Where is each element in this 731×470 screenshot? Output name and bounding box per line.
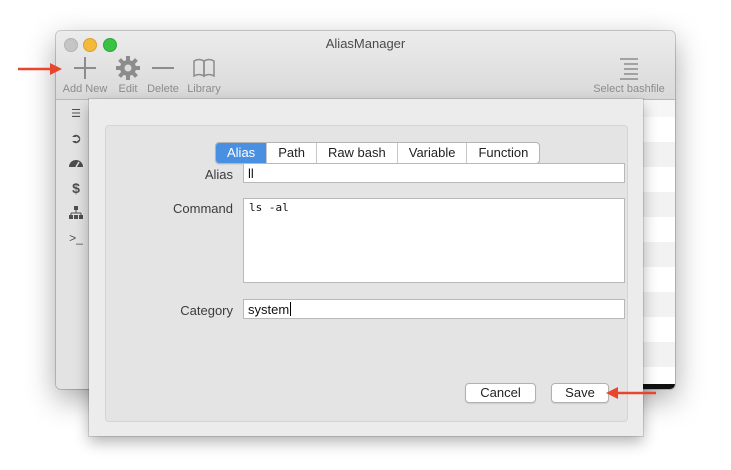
select-bashfile-label: Select bashfile [593,83,665,95]
list-icon[interactable]: ☰ [68,106,84,122]
category-value: system [248,302,290,317]
gear-icon [116,56,140,80]
command-value: ls -al [249,201,289,214]
plus-icon [74,57,96,79]
library-label: Library [187,83,221,95]
type-segmented-control: Alias Path Raw bash Variable Function [215,142,541,164]
library-button[interactable]: Library [184,55,224,95]
command-field[interactable]: ls -al [243,198,625,283]
dashboard-icon[interactable] [68,155,84,171]
alias-label: Alias [204,167,233,182]
alias-table[interactable] [641,117,675,387]
tab-function[interactable]: Function [466,143,539,163]
alias-value: ll [248,166,254,181]
titlebar: AliasManager Add New Edit Delete Library… [56,31,675,100]
hierarchy-icon[interactable] [68,205,84,221]
delete-button[interactable]: Delete [146,55,180,95]
category-label: Category [180,303,233,318]
category-field[interactable]: system [243,299,625,319]
window-title: AliasManager [325,36,406,51]
alias-field[interactable]: ll [243,163,625,183]
tab-path[interactable]: Path [266,143,316,163]
arrow-right-icon [18,63,62,75]
delete-label: Delete [147,83,179,95]
edit-label: Edit [118,83,138,95]
add-new-button[interactable]: Add New [62,55,108,95]
cancel-button[interactable]: Cancel [465,383,536,403]
dollar-icon[interactable]: $ [68,180,84,196]
tab-variable[interactable]: Variable [396,143,467,163]
tab-raw-bash[interactable]: Raw bash [315,143,397,163]
edit-button[interactable]: Edit [114,55,142,95]
circle-arrow-icon[interactable]: ➲ [68,130,84,146]
terminal-icon[interactable]: >_ [68,230,84,246]
list-indent-icon [620,58,638,80]
sidebar: ☰ ➲ $ >_ [56,100,91,389]
save-button[interactable]: Save [551,383,609,403]
tab-alias[interactable]: Alias [216,143,267,163]
form-group-box: Alias Path Raw bash Variable Function Al… [105,125,628,422]
new-alias-sheet: Alias Path Raw bash Variable Function Al… [89,99,643,436]
select-bashfile-button[interactable]: Select bashfile [591,55,667,95]
book-icon [193,58,215,78]
table-header [641,100,675,118]
arrow-left-icon [606,387,656,399]
add-new-label: Add New [62,83,108,95]
text-caret [290,302,292,316]
command-label: Command [173,201,233,216]
minus-icon [152,67,174,69]
